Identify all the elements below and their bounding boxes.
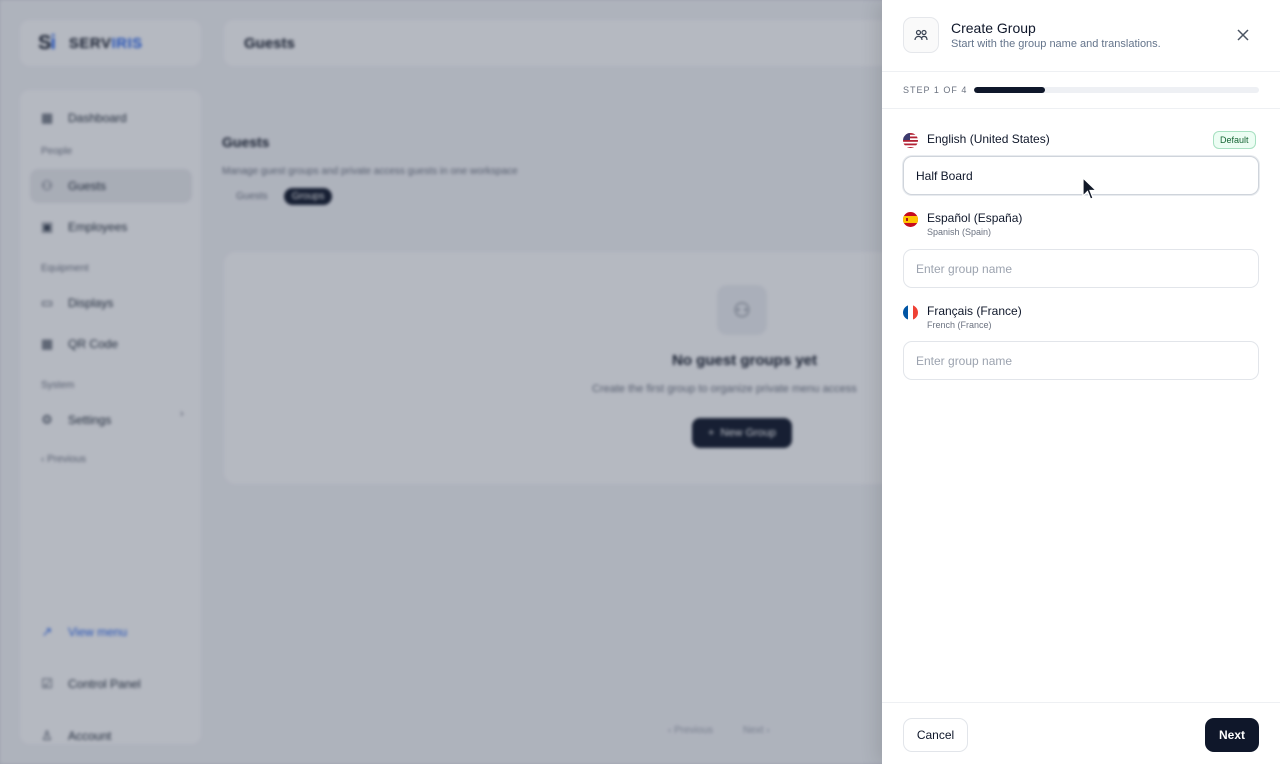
default-badge: Default <box>1213 131 1256 149</box>
language-name: Español (España) <box>927 211 1023 225</box>
step-indicator: STEP 1 OF 4 <box>882 72 1280 109</box>
progress-fill <box>974 87 1046 93</box>
language-subtitle: French (France) <box>927 320 992 330</box>
group-name-field-english[interactable] <box>903 156 1259 195</box>
language-name: English (United States) <box>927 132 1050 146</box>
language-subtitle: Spanish (Spain) <box>927 227 992 237</box>
drawer-header: Create Group Start with the group name a… <box>882 0 1280 72</box>
language-name: Français (France) <box>927 304 1022 318</box>
group-name-field-spanish[interactable] <box>903 249 1259 288</box>
drawer-subtitle: Start with the group name and translatio… <box>951 38 1161 50</box>
next-button[interactable]: Next <box>1205 718 1259 752</box>
step-label: STEP 1 OF 4 <box>903 85 968 95</box>
create-group-drawer: Create Group Start with the group name a… <box>882 0 1280 764</box>
language-row-spanish: Español (España) Spanish (Spain) <box>903 211 1022 237</box>
fr-flag-icon <box>903 305 918 320</box>
language-row-french: Français (France) French (France) <box>903 304 1022 330</box>
us-flag-icon <box>903 133 918 148</box>
cancel-button[interactable]: Cancel <box>903 718 968 752</box>
progress-bar <box>974 87 1259 93</box>
close-icon[interactable] <box>1234 26 1252 44</box>
drawer-footer: Cancel Next <box>882 702 1280 764</box>
users-icon <box>903 17 939 53</box>
language-row-english: English (United States) <box>903 132 1050 148</box>
group-name-field-french[interactable] <box>903 341 1259 380</box>
es-flag-icon <box>903 212 918 227</box>
modal-backdrop[interactable] <box>0 0 882 764</box>
drawer-title: Create Group <box>951 20 1036 36</box>
